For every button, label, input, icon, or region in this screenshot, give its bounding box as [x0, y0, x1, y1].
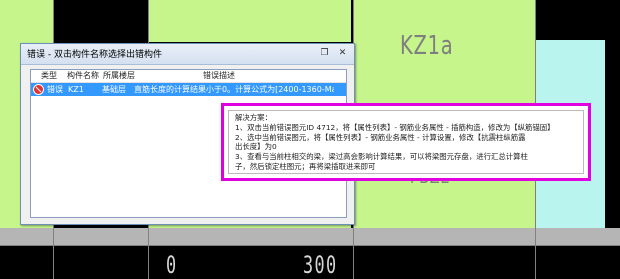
solution-tooltip: 解决方案： 1、双击当前错误图元ID 4712，将【属性列表】- 钢筋业务属性 …: [228, 110, 584, 174]
column-label-kz1a: KZ1a: [400, 31, 454, 61]
solution-line: 1、双击当前错误图元ID 4712，将【属性列表】- 钢筋业务属性 - 插筋构造…: [235, 122, 555, 132]
close-icon[interactable]: ✕: [336, 47, 349, 60]
list-header: 类型 构件名称 所属楼层 错误描述: [31, 70, 346, 83]
solution-heading: 解决方案：: [235, 113, 272, 122]
grid-line: [0, 245, 620, 246]
solution-line: 2、选中当前错误图元，将【属性列表】- 钢筋业务属性 - 计算设置，修改【抗震柱…: [235, 132, 526, 142]
solution-text: 解决方案： 1、双击当前错误图元ID 4712，将【属性列表】- 钢筋业务属性 …: [235, 113, 555, 172]
solution-line: 出长度】为0: [235, 142, 277, 152]
row-description: 直筋长度的计算结果小于0。计算公式为[2400-1360-Max(...: [134, 85, 334, 94]
restore-icon[interactable]: ❐: [318, 47, 331, 60]
beam-band: [0, 228, 620, 246]
highlight-frame: 解决方案： 1、双击当前错误图元ID 4712，将【属性列表】- 钢筋业务属性 …: [221, 103, 591, 181]
column-header-description[interactable]: 错误描述: [183, 70, 323, 82]
list-row[interactable]: 错误 KZ1 基础层 直筋长度的计算结果小于0。计算公式为[2400-1360-…: [31, 83, 346, 96]
dimension-label: 0: [166, 251, 178, 279]
solution-line: 3、查看与当前柱相交的梁，梁过高会影响计算结果，可以将梁图元存盘，进行汇总计算柱: [235, 152, 528, 162]
solution-line: 子，然后锁定柱图元；再将梁插取进来即可: [235, 161, 376, 171]
column-panel-center: [148, 0, 351, 42]
column-header-type[interactable]: 类型: [31, 70, 61, 82]
column-header-name[interactable]: 构件名称: [61, 70, 99, 82]
dialog-title: 错误 - 双击构件名称选择出错构件: [27, 50, 162, 60]
row-type: 错误: [47, 85, 63, 94]
error-icon: [33, 84, 44, 95]
column-header-floor[interactable]: 所属楼层: [97, 70, 183, 82]
row-floor: 基础层: [102, 85, 126, 94]
row-name: KZ1: [68, 85, 84, 94]
dimension-label: 300: [303, 251, 338, 279]
dialog-titlebar[interactable]: 错误 - 双击构件名称选择出错构件 ❐ ✕: [21, 44, 354, 65]
